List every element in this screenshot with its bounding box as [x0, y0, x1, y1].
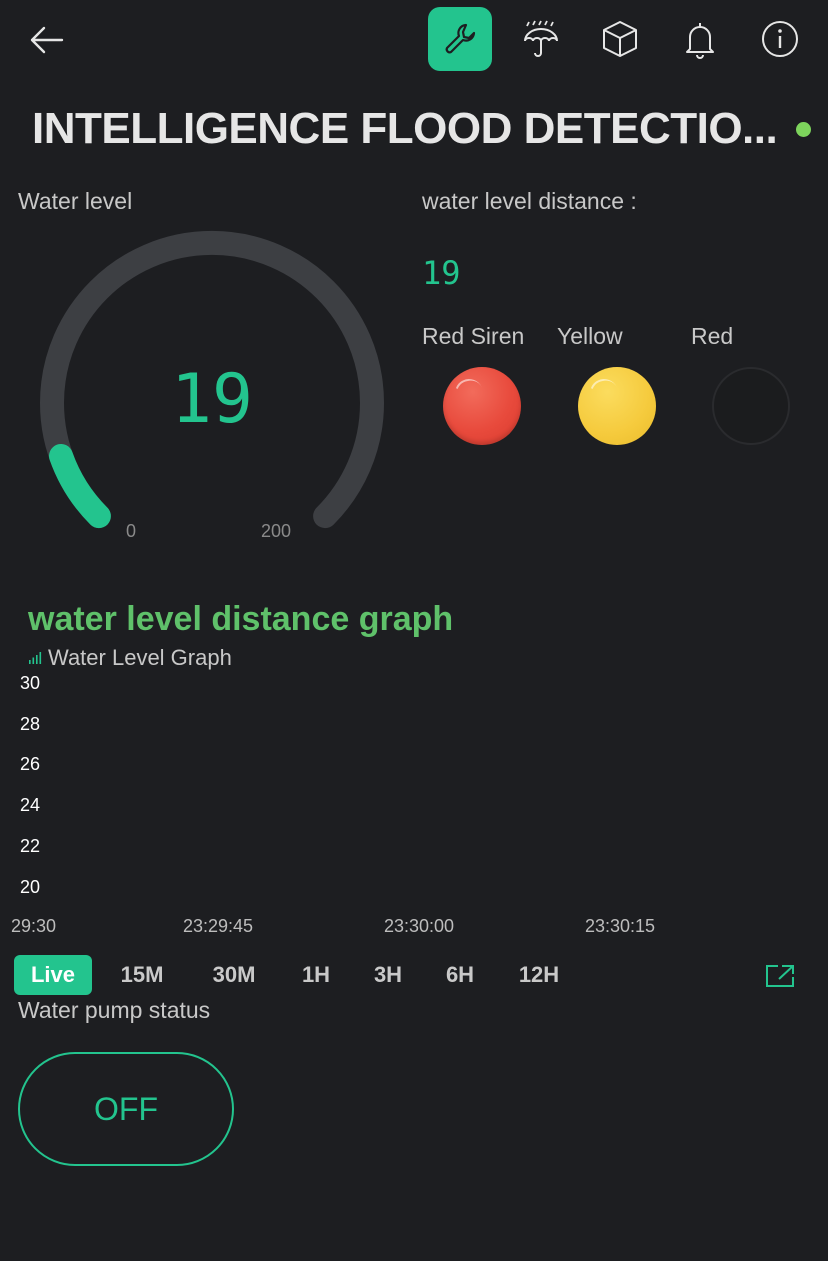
gauge-label: Water level	[18, 188, 133, 214]
range-tab-3h[interactable]: 3H	[364, 955, 412, 995]
y-tick: 28	[20, 714, 41, 734]
pump-status-label: Water pump status	[18, 997, 211, 1023]
cube-icon	[603, 21, 637, 57]
y-tick: 26	[20, 754, 41, 774]
distance-value: 19	[422, 254, 461, 292]
led-label-red-siren: Red Siren	[422, 323, 525, 349]
device-button[interactable]	[597, 16, 643, 62]
range-tab-12h[interactable]: 12H	[506, 955, 572, 995]
wrench-icon	[445, 23, 476, 54]
gauge-min-label: 0	[126, 521, 137, 541]
yellow-led	[578, 367, 656, 445]
range-tab-6h[interactable]: 6H	[436, 955, 484, 995]
online-status-dot	[796, 122, 811, 137]
graph-title: water level distance graph	[28, 600, 454, 638]
red-led	[712, 367, 790, 445]
bell-icon	[686, 23, 714, 59]
bar-chart-icon	[29, 652, 42, 664]
red-siren-led	[443, 367, 521, 445]
rain-umbrella-icon	[524, 20, 558, 57]
expand-graph-button[interactable]	[764, 962, 796, 990]
x-tick: 23:30:15	[585, 916, 656, 936]
range-tab-1h[interactable]: 1H	[292, 955, 340, 995]
range-tab-live[interactable]: Live	[14, 955, 92, 995]
x-tick: 29:30	[11, 916, 57, 936]
y-tick: 22	[20, 836, 41, 856]
led-label-red: Red	[691, 323, 734, 349]
gauge-fill	[49, 444, 111, 529]
y-tick: 24	[20, 795, 41, 815]
weather-button[interactable]	[518, 16, 564, 62]
pump-toggle-button[interactable]: OFF	[18, 1052, 234, 1166]
range-tab-15m[interactable]: 15M	[110, 955, 174, 995]
y-tick: 20	[20, 877, 41, 897]
y-tick: 30	[20, 673, 41, 693]
graph-subtitle: Water Level Graph	[48, 645, 232, 670]
gauge-value: 19	[171, 360, 253, 439]
info-button[interactable]	[757, 16, 803, 62]
x-tick: 23:29:45	[183, 916, 254, 936]
x-tick: 23:30:00	[384, 916, 455, 936]
developer-tools-button[interactable]	[428, 7, 492, 71]
range-tab-30m[interactable]: 30M	[200, 955, 268, 995]
back-arrow-icon	[30, 26, 64, 54]
led-label-yellow: Yellow	[557, 323, 623, 349]
dashboard-title: INTELLIGENCE FLOOD DETECTIO...	[32, 104, 778, 153]
info-icon	[762, 21, 798, 57]
gauge-max-label: 200	[261, 521, 292, 541]
distance-label: water level distance :	[422, 188, 637, 214]
notifications-button[interactable]	[677, 16, 723, 62]
back-button[interactable]	[26, 20, 68, 60]
open-external-icon	[766, 965, 794, 987]
